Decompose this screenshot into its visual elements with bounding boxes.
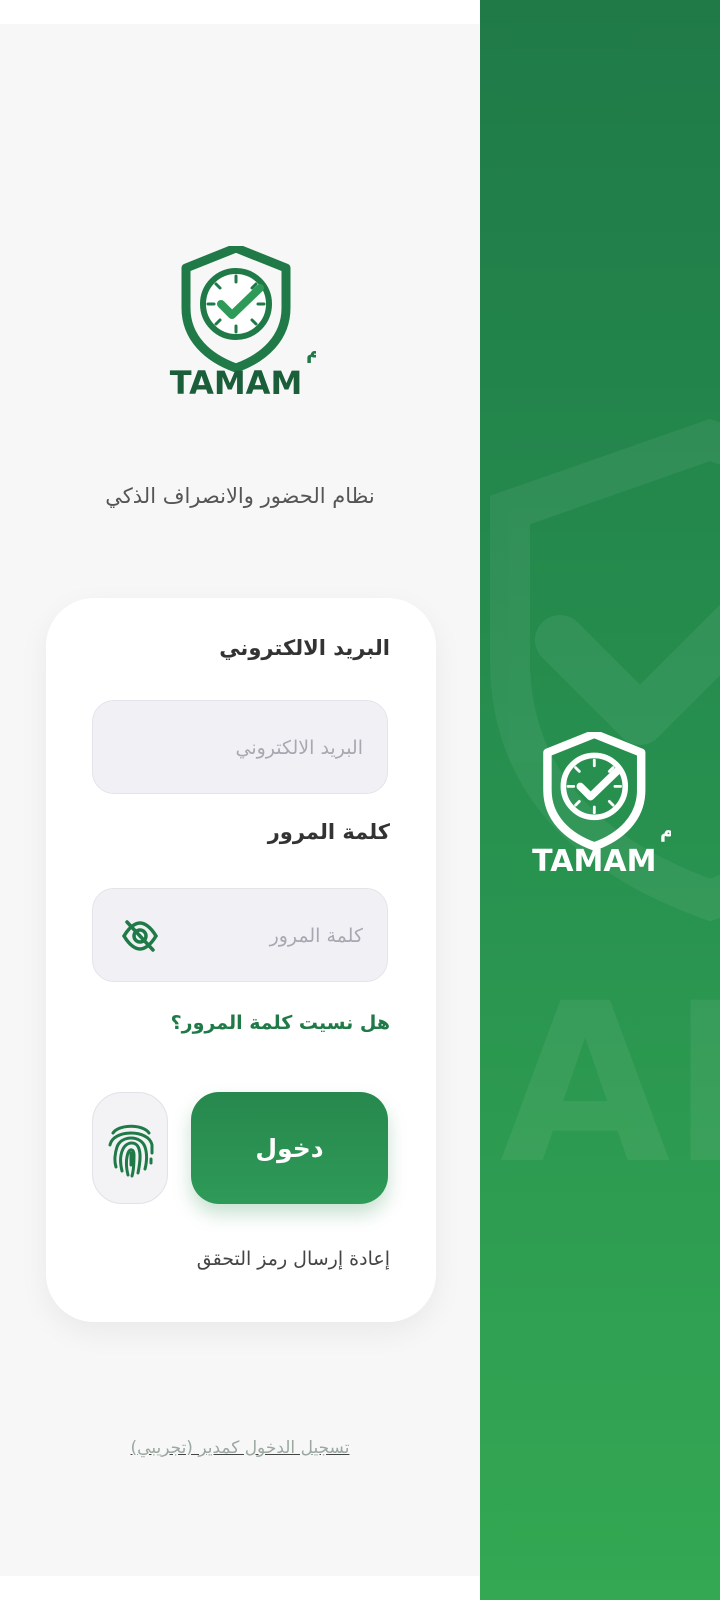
shield-clock-check-icon bbox=[181, 246, 291, 373]
brand-english: TAMAM bbox=[170, 364, 303, 402]
eye-off-icon[interactable] bbox=[121, 919, 159, 953]
biometric-login-button[interactable] bbox=[92, 1092, 168, 1204]
password-label: كلمة المرور bbox=[267, 820, 390, 844]
tamam-logo-white: تمام TAMAM bbox=[532, 732, 671, 879]
password-field-container bbox=[92, 888, 388, 983]
login-card: البريد الالكتروني كلمة المرور هل نسيت كل… bbox=[46, 598, 436, 1322]
brand-arabic: تمام bbox=[660, 821, 671, 842]
svg-text:AMA: AMA bbox=[500, 956, 720, 1212]
email-field-container bbox=[92, 700, 388, 795]
app-tagline: نظام الحضور والانصراف الذكي bbox=[105, 484, 375, 508]
fingerprint-icon bbox=[108, 1124, 154, 1178]
brand-arabic: تمام bbox=[306, 339, 316, 363]
tamam-logo: تمام TAMAM bbox=[170, 246, 316, 402]
manager-login-link[interactable]: تسجيل الدخول كمدير (تجريبي) bbox=[0, 1438, 480, 1458]
password-field[interactable] bbox=[141, 889, 365, 983]
brand-english: TAMAM bbox=[532, 844, 656, 879]
resend-code-link[interactable]: إعادة إرسال رمز التحقق bbox=[197, 1248, 390, 1270]
forgot-password-link[interactable]: هل نسيت كلمة المرور؟ bbox=[171, 1012, 390, 1034]
login-button[interactable]: دخول bbox=[191, 1092, 388, 1204]
email-label: البريد الالكتروني bbox=[219, 636, 390, 660]
email-field[interactable] bbox=[141, 701, 365, 795]
shield-clock-check-icon bbox=[543, 732, 646, 851]
